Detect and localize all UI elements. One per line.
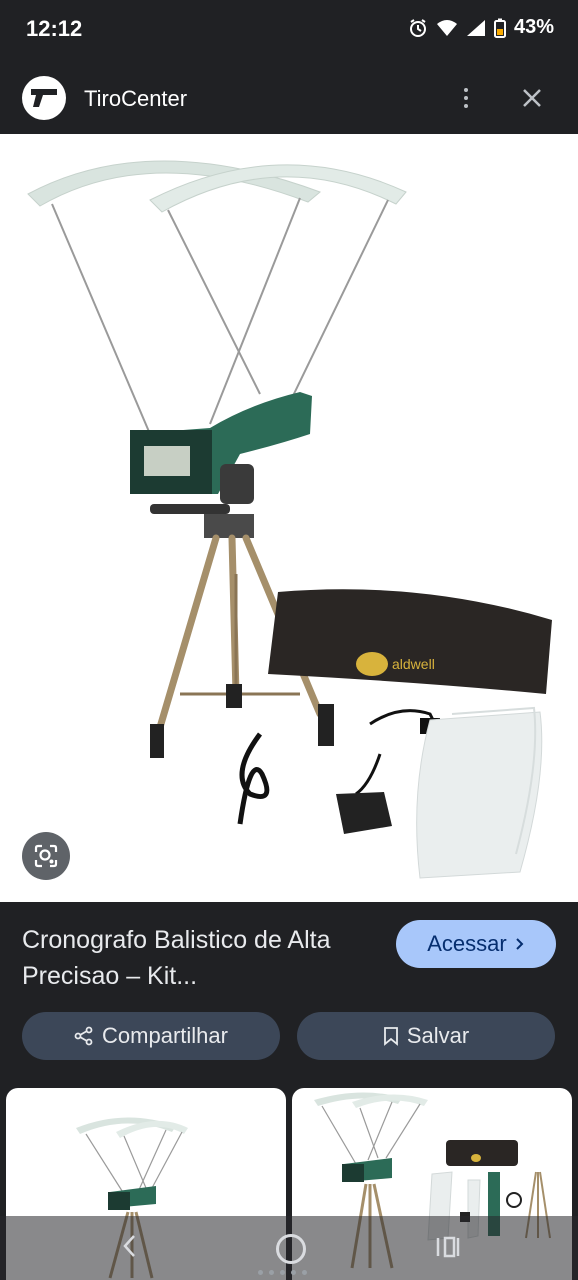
lens-icon[interactable] [22, 832, 70, 880]
system-nav-bar [0, 1216, 578, 1280]
site-name[interactable]: TiroCenter [84, 86, 187, 112]
share-button[interactable]: Compartilhar [22, 1012, 280, 1060]
wifi-icon [436, 19, 457, 36]
page-indicator [258, 1270, 307, 1275]
home-icon[interactable] [276, 1234, 306, 1264]
recents-icon[interactable] [434, 1234, 460, 1260]
battery-icon [493, 18, 506, 38]
back-icon[interactable] [120, 1232, 140, 1260]
signal-icon [466, 19, 485, 36]
visit-label: Acessar [427, 931, 507, 956]
result-title[interactable]: Cronografo Balistico de Alta Precisao – … [22, 922, 362, 994]
status-time: 12:12 [26, 16, 83, 41]
share-label: Compartilhar [102, 1023, 228, 1048]
chevron-right-icon [516, 938, 524, 950]
app-bar: TiroCenter [0, 60, 578, 134]
svg-text:aldwell: aldwell [392, 656, 435, 672]
product-image[interactable]: aldwell [0, 134, 578, 902]
battery-level: 43% [513, 16, 554, 38]
status-icons: 43% [408, 16, 554, 39]
share-icon [74, 1026, 93, 1046]
site-logo-icon [22, 76, 66, 120]
result-info: Cronografo Balistico de Alta Precisao – … [0, 902, 578, 1088]
close-icon[interactable] [516, 82, 548, 114]
status-bar: 12:12 43% [0, 0, 578, 60]
bookmark-icon [383, 1027, 398, 1046]
visit-button[interactable]: Acessar [396, 920, 556, 968]
save-label: Salvar [406, 1023, 470, 1048]
more-vert-icon[interactable] [452, 82, 480, 114]
alarm-icon [409, 18, 426, 37]
save-button[interactable]: Salvar [297, 1012, 555, 1060]
